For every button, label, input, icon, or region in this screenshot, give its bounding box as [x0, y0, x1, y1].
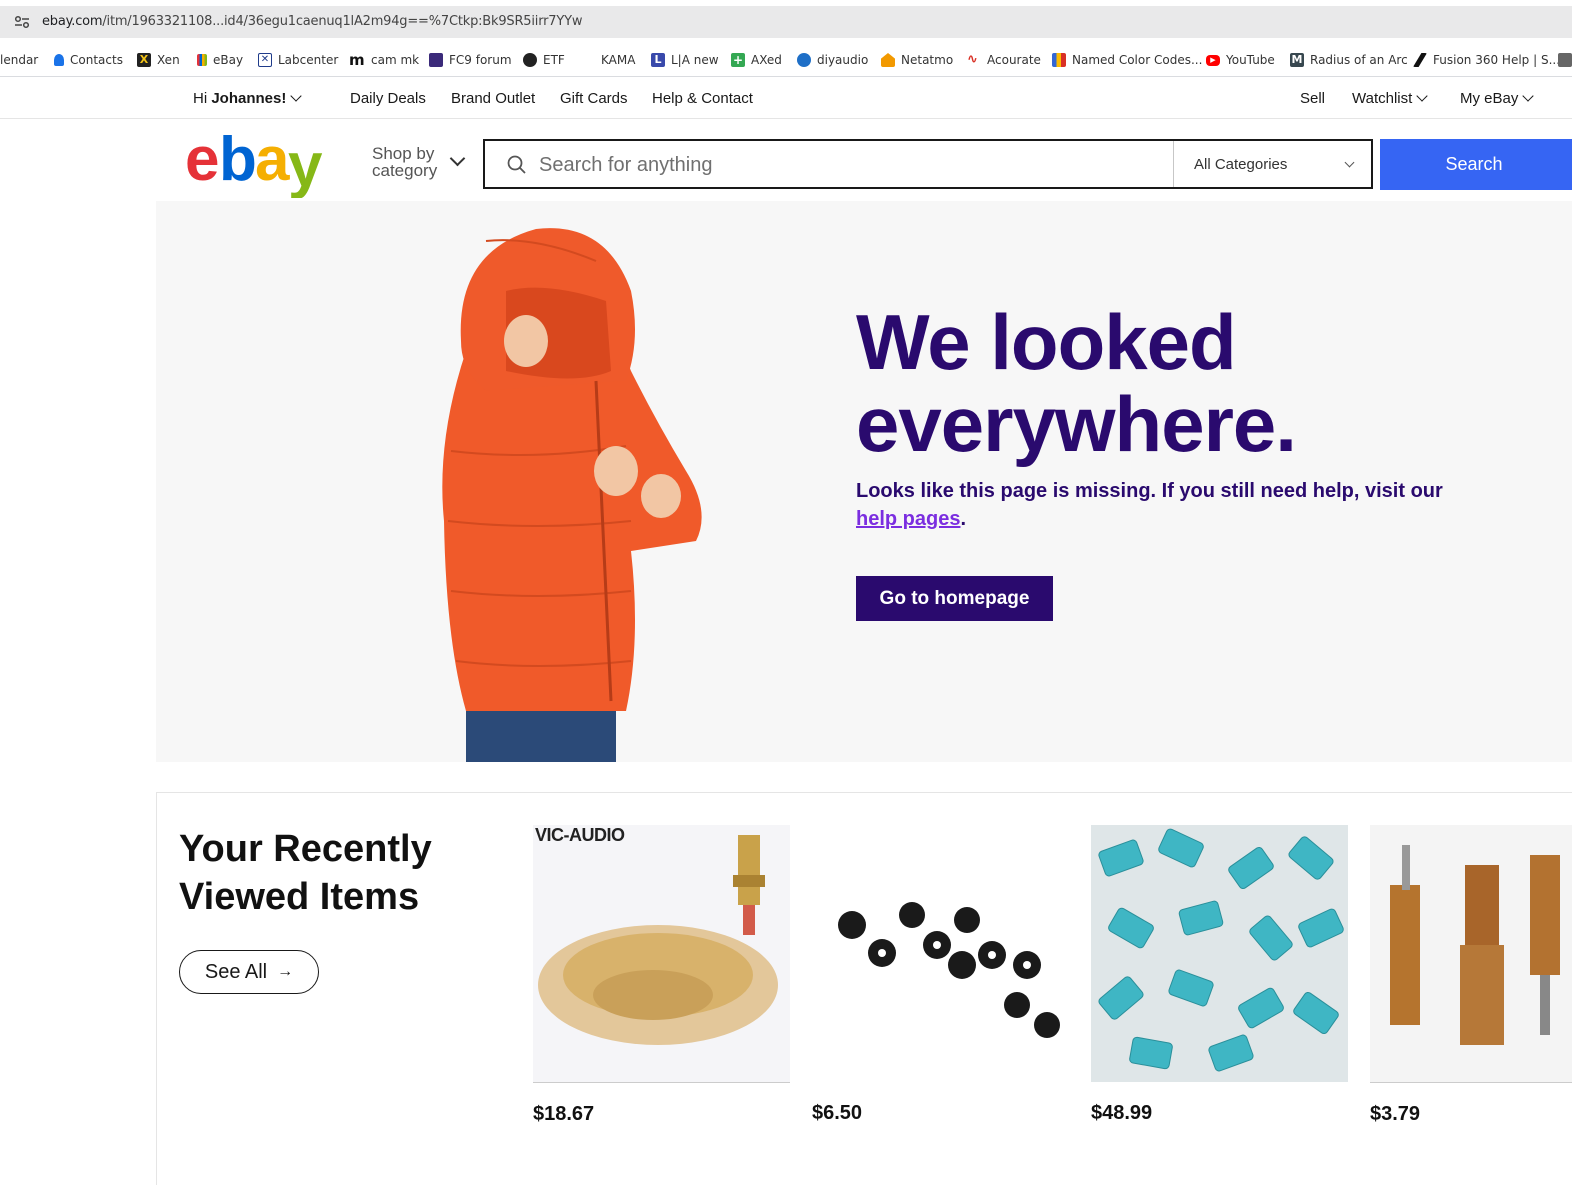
bookmark-radius-of-an-arc[interactable]: M Radius of an Arc — [1290, 52, 1408, 68]
youtube-icon: ▶ — [1206, 54, 1220, 66]
chevron-down-icon — [1522, 90, 1535, 102]
bookmark-fusion-360-help[interactable]: Fusion 360 Help | S... — [1413, 52, 1560, 68]
category-label: All Categories — [1194, 156, 1288, 173]
diyaudio-icon — [797, 53, 811, 67]
user-greeting-menu[interactable]: Hi Johannes! — [193, 90, 303, 107]
bookmark-diyaudio[interactable]: diyaudio — [797, 52, 868, 68]
shop-by-category[interactable]: Shop by category — [372, 145, 437, 179]
bookmark-kama[interactable]: KAMA — [601, 52, 635, 68]
la-icon: L — [651, 53, 665, 67]
bookmark-netatmo[interactable]: Netatmo — [881, 52, 953, 68]
xen-icon: X — [137, 53, 151, 67]
radius-arc-icon: M — [1290, 53, 1304, 67]
fc9-icon — [429, 53, 443, 67]
vintage-trimmers-photo — [1390, 845, 1560, 1045]
svg-text:a: a — [255, 128, 290, 194]
m-logo-icon: m — [349, 51, 365, 69]
nav-brand-outlet[interactable]: Brand Outlet — [451, 90, 535, 107]
bookmark-fc9-forum[interactable]: FC9 forum — [429, 52, 512, 68]
bookmark-ebay[interactable]: eBay — [197, 52, 243, 68]
recently-viewed-title: Your Recently Viewed Items — [179, 828, 432, 918]
recent-item[interactable]: $48.99 — [1091, 825, 1348, 1125]
bookmark-xen[interactable]: X Xen — [137, 52, 180, 68]
error-message: Looks like this page is missing. If you … — [856, 480, 1443, 530]
bookmark-cam-mk[interactable]: m cam mk — [349, 52, 419, 68]
error-title: We looked everywhere. — [856, 298, 1297, 468]
bookmark-labcenter[interactable]: ✕ Labcenter — [258, 52, 338, 68]
bookmarks-bar: lendar Contacts X Xen eBay ✕ Labcenter m ca… — [0, 44, 1572, 77]
bookmark-la-new[interactable]: L L|A new — [651, 52, 719, 68]
item-image[interactable]: VIC-AUDIO — [533, 825, 790, 1083]
category-select[interactable]: All Categories — [1173, 141, 1374, 187]
item-price: $3.79 — [1370, 1103, 1421, 1125]
recently-viewed-section: Your Recently Viewed Items See All → VIC-… — [156, 792, 1572, 1185]
rca-jacks-photo — [538, 835, 778, 1045]
chevron-down-icon — [1344, 157, 1355, 168]
svg-text:e: e — [185, 128, 218, 194]
search-button[interactable]: Search — [1380, 139, 1572, 190]
axed-icon: + — [731, 53, 745, 67]
folder-icon — [1558, 53, 1572, 67]
bookmark-calendar[interactable]: lendar — [0, 52, 38, 68]
child-in-orange-jacket-image — [442, 228, 702, 762]
bookmark-named-color-codes[interactable]: Named Color Codes... — [1052, 52, 1202, 68]
arrow-right-icon: → — [277, 963, 294, 980]
nav-my-ebay[interactable]: My eBay — [1460, 90, 1535, 107]
chevron-down-icon[interactable] — [449, 150, 466, 167]
item-price: $6.50 — [812, 1102, 863, 1124]
item-image[interactable] — [812, 825, 1069, 1082]
nav-daily-deals[interactable]: Daily Deals — [350, 90, 426, 107]
address-bar[interactable]: ebay.com/itm/1963321108...id4/36egu1caen… — [0, 6, 1572, 38]
item-image[interactable] — [1370, 825, 1572, 1083]
go-to-homepage-button[interactable]: Go to homepage — [856, 576, 1053, 621]
browser-url-bar: ebay.com/itm/1963321108...id4/36egu1caen… — [0, 0, 1572, 44]
globe-icon — [523, 53, 537, 67]
nav-help-contact[interactable]: Help & Contact — [652, 90, 753, 107]
bookmark-acourate[interactable]: ∿ Acourate — [967, 52, 1041, 68]
item-image[interactable] — [1091, 825, 1348, 1082]
bookmark-etf[interactable]: ETF — [523, 52, 565, 68]
netatmo-icon — [881, 53, 895, 67]
recent-item[interactable]: $6.50 — [812, 825, 1069, 1125]
bookmark-folder[interactable] — [1558, 52, 1572, 68]
trimmer-potentiometers-photo — [838, 902, 1060, 1038]
color-codes-icon — [1052, 53, 1066, 67]
labcenter-icon: ✕ — [258, 53, 272, 67]
search-icon — [507, 155, 526, 174]
svg-text:y: y — [288, 131, 323, 198]
ebay-bag-icon — [197, 54, 207, 66]
bookmark-contacts[interactable]: Contacts — [54, 52, 123, 68]
nav-gift-cards[interactable]: Gift Cards — [560, 90, 628, 107]
nav-sell[interactable]: Sell — [1300, 90, 1325, 107]
bookmark-youtube[interactable]: ▶ YouTube — [1206, 52, 1275, 68]
item-price: $18.67 — [533, 1103, 595, 1125]
site-settings-icon[interactable] — [14, 15, 30, 29]
chevron-down-icon — [290, 90, 303, 102]
contacts-icon — [54, 54, 64, 66]
see-all-button[interactable]: See All → — [179, 950, 319, 994]
nav-watchlist[interactable]: Watchlist — [1352, 90, 1428, 107]
search-input[interactable] — [537, 149, 1141, 181]
search-bar: All Categories — [483, 139, 1373, 189]
teal-potentiometers-photo — [1091, 825, 1348, 1082]
bookmark-axed[interactable]: + AXed — [731, 52, 782, 68]
ebay-top-nav: Hi Johannes! Daily Deals Brand Outlet Gi… — [0, 79, 1572, 119]
recent-item[interactable]: VIC-AUDIO $18.67 — [533, 825, 790, 1126]
chevron-down-icon — [1416, 90, 1428, 102]
svg-text:b: b — [219, 128, 255, 194]
help-pages-link[interactable]: help pages — [856, 508, 960, 530]
url-text: ebay.com/itm/1963321108...id4/36egu1caen… — [42, 14, 583, 29]
error-hero: We looked everywhere. Looks like this pa… — [156, 201, 1572, 762]
recent-item[interactable]: $3.79 — [1370, 825, 1572, 1126]
ebay-logo[interactable]: e b a y — [185, 128, 335, 198]
fusion-360-icon — [1413, 53, 1427, 67]
item-price: $48.99 — [1091, 1102, 1153, 1124]
acourate-icon: ∿ — [967, 52, 978, 67]
